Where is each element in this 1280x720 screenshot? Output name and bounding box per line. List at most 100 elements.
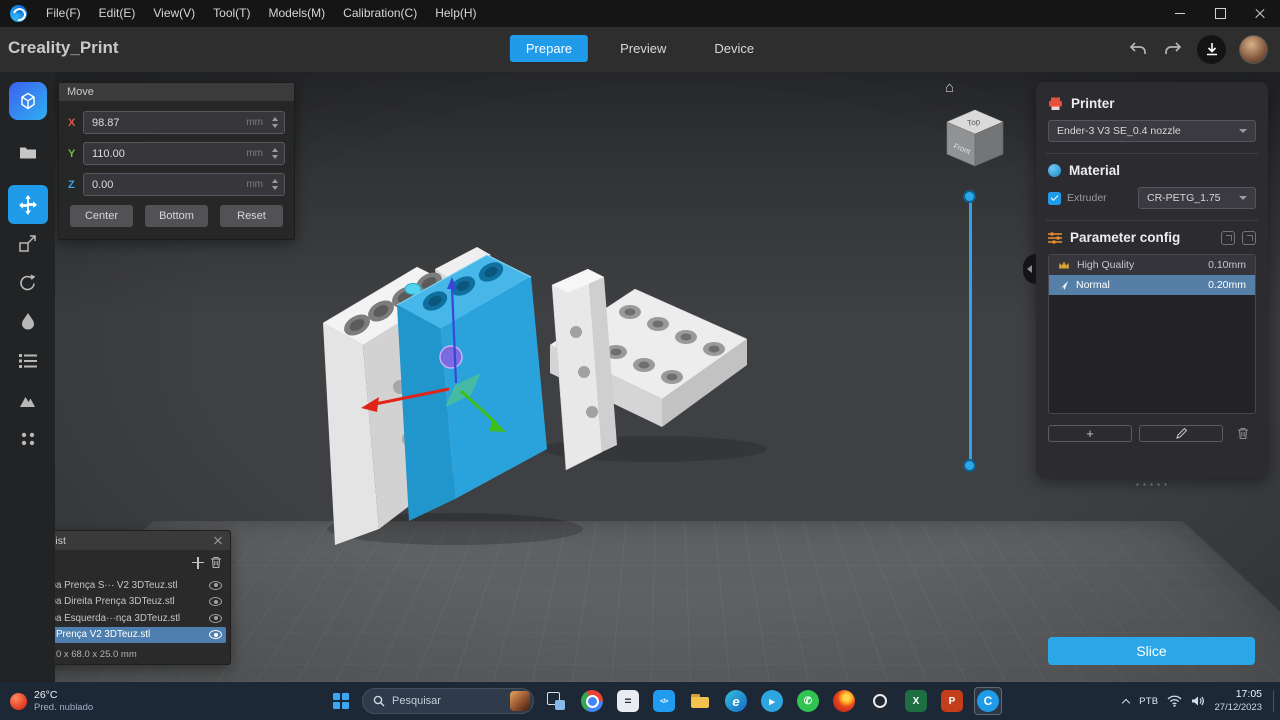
visibility-eye-icon[interactable] <box>209 630 222 639</box>
volume-icon[interactable] <box>1191 695 1205 707</box>
z-position-input[interactable]: 0.00 mm <box>83 173 285 196</box>
powerpoint-icon: P <box>941 690 963 712</box>
menu-calibration[interactable]: Calibration(C) <box>334 0 426 27</box>
search-highlight-thumbnail[interactable] <box>510 691 530 711</box>
scale-tool-button[interactable] <box>8 224 48 263</box>
center-button[interactable]: Center <box>70 205 133 227</box>
x-position-input[interactable]: 98.87 mm <box>83 111 285 134</box>
x-spinner[interactable] <box>272 117 280 128</box>
maximize-button[interactable] <box>1200 0 1240 27</box>
y-position-input[interactable]: 110.00 mm <box>83 142 285 165</box>
add-preset-button[interactable]: + <box>1048 425 1132 442</box>
tab-preview[interactable]: Preview <box>604 35 682 62</box>
taskbar-app-calculator[interactable]: = <box>614 687 642 715</box>
delete-model-button[interactable] <box>210 556 222 569</box>
view-cube[interactable]: Top Front <box>943 106 1007 172</box>
search-input[interactable] <box>392 695 503 707</box>
tab-device[interactable]: Device <box>698 35 770 62</box>
visibility-eye-icon[interactable] <box>209 614 222 623</box>
language-indicator[interactable]: PTB <box>1139 696 1158 707</box>
clip-slider-bottom-handle[interactable] <box>963 459 976 472</box>
wifi-icon[interactable] <box>1167 695 1182 707</box>
taskbar-app-telegram[interactable]: ▸ <box>758 687 786 715</box>
support-tool-button[interactable] <box>8 380 48 419</box>
menubar: File(F) Edit(E) View(V) Tool(T) Models(M… <box>0 0 1280 27</box>
taskbar-app-firefox[interactable] <box>830 687 858 715</box>
more-tools-button[interactable] <box>8 419 48 458</box>
model-back-slab[interactable] <box>552 269 617 470</box>
taskbar-clock[interactable]: 17:05 27/12/2023 <box>1214 688 1262 714</box>
x-position-value[interactable]: 98.87 <box>92 117 246 129</box>
taskbar-app-whatsapp[interactable]: ✆ <box>794 687 822 715</box>
z-spinner[interactable] <box>272 179 280 190</box>
taskbar-app-powerpoint[interactable]: P <box>938 687 966 715</box>
menu-models[interactable]: Models(M) <box>260 0 335 27</box>
material-section-title: Material <box>1069 163 1120 178</box>
y-unit-label: mm <box>246 148 263 159</box>
app-title: Creality_Print <box>8 38 119 58</box>
taskbar-app-excel[interactable]: X <box>902 687 930 715</box>
preset-name: Normal <box>1076 279 1110 291</box>
taskbar-app-obs-studio[interactable] <box>866 687 894 715</box>
visibility-eye-icon[interactable] <box>209 581 222 590</box>
slice-button[interactable]: Slice <box>1048 637 1255 665</box>
minimize-button[interactable] <box>1160 0 1200 27</box>
material-select[interactable]: CR-PETG_1.75 <box>1138 187 1256 209</box>
taskbar-app-chrome[interactable] <box>578 687 606 715</box>
mode-tabs: Prepare Preview Device <box>510 35 770 62</box>
taskbar-app-task-view[interactable] <box>542 687 570 715</box>
scene-models <box>305 227 805 557</box>
weather-widget[interactable]: 26°C Pred. nublado <box>0 682 103 720</box>
printer-select[interactable]: Ender-3 V3 SE_0.4 nozzle <box>1048 120 1256 142</box>
open-config-icon[interactable] <box>1242 231 1256 245</box>
show-desktop-button[interactable] <box>1273 690 1274 712</box>
move-tool-button[interactable] <box>8 185 48 224</box>
settings-panel: Printer Ender-3 V3 SE_0.4 nozzle Materia… <box>1036 82 1268 478</box>
crown-icon <box>1058 260 1070 270</box>
taskbar-app-edge[interactable]: e <box>722 687 750 715</box>
paint-tool-button[interactable] <box>8 302 48 341</box>
object-list-tool-button[interactable] <box>8 341 48 380</box>
menu-edit[interactable]: Edit(E) <box>90 0 145 27</box>
taskbar-app-vscode[interactable]: </> <box>650 687 678 715</box>
reset-button[interactable]: Reset <box>220 205 283 227</box>
add-model-icon[interactable] <box>192 557 204 569</box>
home-view-button[interactable]: ⌂ <box>945 80 954 95</box>
export-config-icon[interactable] <box>1221 231 1235 245</box>
open-file-button[interactable] <box>8 133 48 172</box>
taskbar-app-creality-print[interactable]: C <box>974 687 1002 715</box>
redo-button[interactable] <box>1162 38 1184 60</box>
menu-tool[interactable]: Tool(T) <box>204 0 259 27</box>
panel-resize-grip[interactable] <box>1134 483 1170 486</box>
undo-button[interactable] <box>1127 38 1149 60</box>
edit-preset-button[interactable] <box>1139 425 1223 442</box>
menu-view[interactable]: View(V) <box>144 0 204 27</box>
z-position-value[interactable]: 0.00 <box>92 179 246 191</box>
visibility-eye-icon[interactable] <box>209 597 222 606</box>
menu-help[interactable]: Help(H) <box>426 0 485 27</box>
taskbar-app-file-explorer[interactable] <box>686 687 714 715</box>
clip-slider[interactable] <box>963 190 977 472</box>
tray-chevron-up-icon[interactable] <box>1121 697 1130 706</box>
pencil-icon <box>1176 428 1187 439</box>
preset-row-high-quality[interactable]: High Quality 0.10mm <box>1049 255 1255 275</box>
bottom-button[interactable]: Bottom <box>145 205 208 227</box>
preset-row-normal[interactable]: Normal 0.20mm <box>1049 275 1255 295</box>
extruder-checkbox[interactable] <box>1048 192 1061 205</box>
rotate-tool-button[interactable] <box>8 263 48 302</box>
delete-preset-button[interactable] <box>1230 427 1256 440</box>
y-spinner[interactable] <box>272 148 280 159</box>
download-button[interactable] <box>1197 35 1226 64</box>
clip-slider-track[interactable] <box>969 196 972 466</box>
close-button[interactable] <box>1240 0 1280 27</box>
taskbar-search[interactable] <box>362 688 534 714</box>
close-icon[interactable] <box>213 536 223 546</box>
y-position-value[interactable]: 110.00 <box>92 148 246 160</box>
user-avatar[interactable] <box>1239 35 1268 64</box>
tab-prepare[interactable]: Prepare <box>510 35 588 62</box>
menu-file[interactable]: File(F) <box>37 0 90 27</box>
start-button[interactable] <box>328 688 354 714</box>
workspace-cube-button[interactable] <box>9 82 47 120</box>
clip-slider-top-handle[interactable] <box>963 190 976 203</box>
whatsapp-icon: ✆ <box>797 690 819 712</box>
